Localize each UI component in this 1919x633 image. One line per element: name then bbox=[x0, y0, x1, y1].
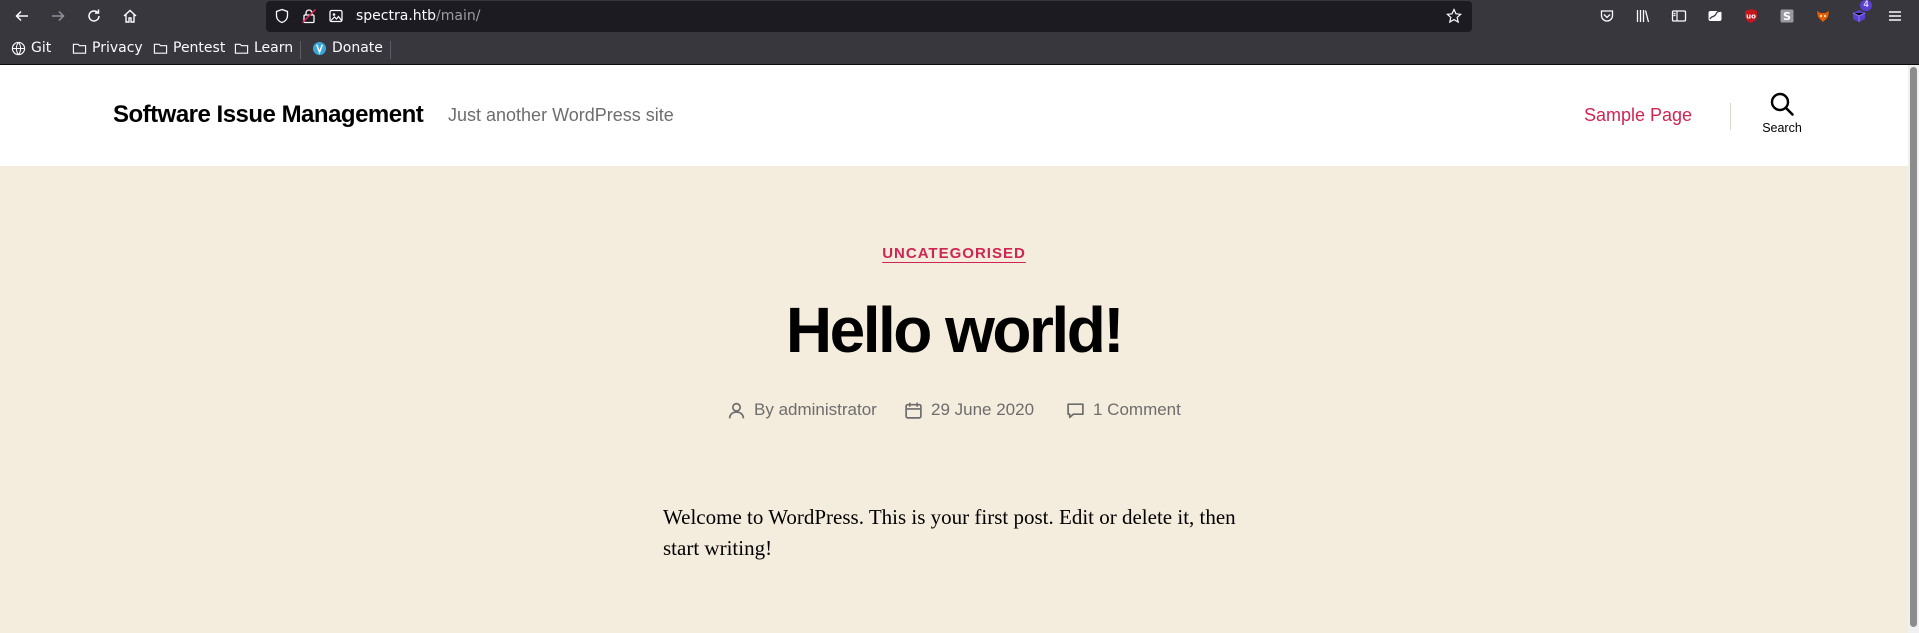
bookmark-label: Pentest bbox=[173, 40, 226, 56]
site-description: Just another WordPress site bbox=[448, 105, 674, 125]
folder-icon bbox=[234, 43, 249, 54]
post-comments-meta: 1 Comment bbox=[1066, 400, 1181, 420]
author-prefix: By bbox=[754, 400, 779, 419]
browser-toolbar: spectra.htb/main/ uo S 4 bbox=[0, 0, 1919, 32]
folder-icon bbox=[72, 43, 87, 54]
bookmark-learn[interactable]: Learn bbox=[234, 40, 293, 56]
cube-extension-icon[interactable]: 4 bbox=[1849, 0, 1872, 26]
search-toggle-button[interactable]: Search bbox=[1752, 91, 1812, 151]
bookmark-label: Privacy bbox=[92, 40, 143, 56]
globe-icon bbox=[11, 41, 26, 55]
author-icon bbox=[728, 402, 745, 418]
post-author-meta: By administrator bbox=[727, 400, 877, 420]
home-icon[interactable] bbox=[118, 4, 142, 28]
bookmark-star-icon[interactable] bbox=[1446, 8, 1462, 24]
url-bar[interactable]: spectra.htb/main/ bbox=[266, 1, 1472, 32]
menu-icon[interactable] bbox=[1885, 6, 1905, 26]
back-icon[interactable] bbox=[10, 4, 34, 28]
author-link[interactable]: administrator bbox=[779, 400, 877, 419]
site-header: Software Issue Management Just another W… bbox=[0, 65, 1908, 166]
folder-icon bbox=[153, 43, 168, 54]
s-extension-icon[interactable]: S bbox=[1777, 6, 1797, 26]
post-date-link[interactable]: 29 June 2020 bbox=[931, 400, 1034, 420]
fox-extension-icon[interactable] bbox=[1813, 6, 1833, 26]
nav-item-sample-page[interactable]: Sample Page bbox=[1584, 105, 1692, 126]
site-title[interactable]: Software Issue Management bbox=[113, 101, 424, 129]
forward-icon[interactable] bbox=[46, 4, 70, 28]
post-content: Welcome to WordPress. This is your first… bbox=[663, 505, 1236, 560]
ublock-icon[interactable]: uo bbox=[1741, 6, 1761, 26]
url-text: spectra.htb/main/ bbox=[356, 8, 481, 24]
page-info-icon[interactable] bbox=[328, 8, 344, 24]
extension-badge: 4 bbox=[1860, 0, 1872, 11]
comments-link[interactable]: 1 Comment bbox=[1093, 400, 1181, 420]
reload-icon[interactable] bbox=[82, 4, 106, 28]
bookmark-label: Learn bbox=[254, 40, 294, 56]
nav-separator bbox=[1730, 103, 1731, 130]
post-category: UNCATEGORISED bbox=[0, 245, 1908, 262]
pocket-icon[interactable] bbox=[1597, 6, 1617, 26]
bookmark-git[interactable]: Git bbox=[11, 40, 51, 56]
page-scrollbar[interactable] bbox=[1908, 65, 1919, 633]
bookmark-pentest[interactable]: Pentest bbox=[153, 40, 225, 56]
bookmark-label: Git bbox=[31, 40, 52, 56]
category-link[interactable]: UNCATEGORISED bbox=[882, 245, 1026, 262]
bookmarks-toolbar: Git Privacy Pentest Learn Donate bbox=[0, 32, 1919, 65]
bookmark-separator bbox=[300, 41, 301, 59]
calendar-icon bbox=[905, 402, 922, 419]
search-icon bbox=[1770, 92, 1794, 116]
library-icon[interactable] bbox=[1633, 6, 1653, 26]
scrollbar-thumb[interactable] bbox=[1910, 67, 1917, 627]
comment-icon bbox=[1067, 402, 1084, 418]
sidebar-icon[interactable] bbox=[1669, 6, 1689, 26]
tracking-protection-icon[interactable] bbox=[274, 8, 290, 24]
bookmark-privacy[interactable]: Privacy bbox=[72, 40, 143, 56]
svg-text:uo: uo bbox=[1746, 13, 1756, 21]
post-title[interactable]: Hello world! bbox=[0, 292, 1908, 368]
post-date-meta: 29 June 2020 bbox=[904, 400, 1034, 420]
bookmark-separator bbox=[390, 41, 391, 59]
svg-text:S: S bbox=[1783, 10, 1791, 23]
extension-pattern-icon[interactable] bbox=[1705, 6, 1725, 26]
bookmark-donate[interactable]: Donate bbox=[312, 40, 383, 56]
not-secure-lock-icon[interactable] bbox=[301, 8, 317, 24]
search-label: Search bbox=[1762, 121, 1802, 135]
bookmark-label: Donate bbox=[332, 40, 383, 56]
donate-logo-icon bbox=[312, 41, 327, 55]
